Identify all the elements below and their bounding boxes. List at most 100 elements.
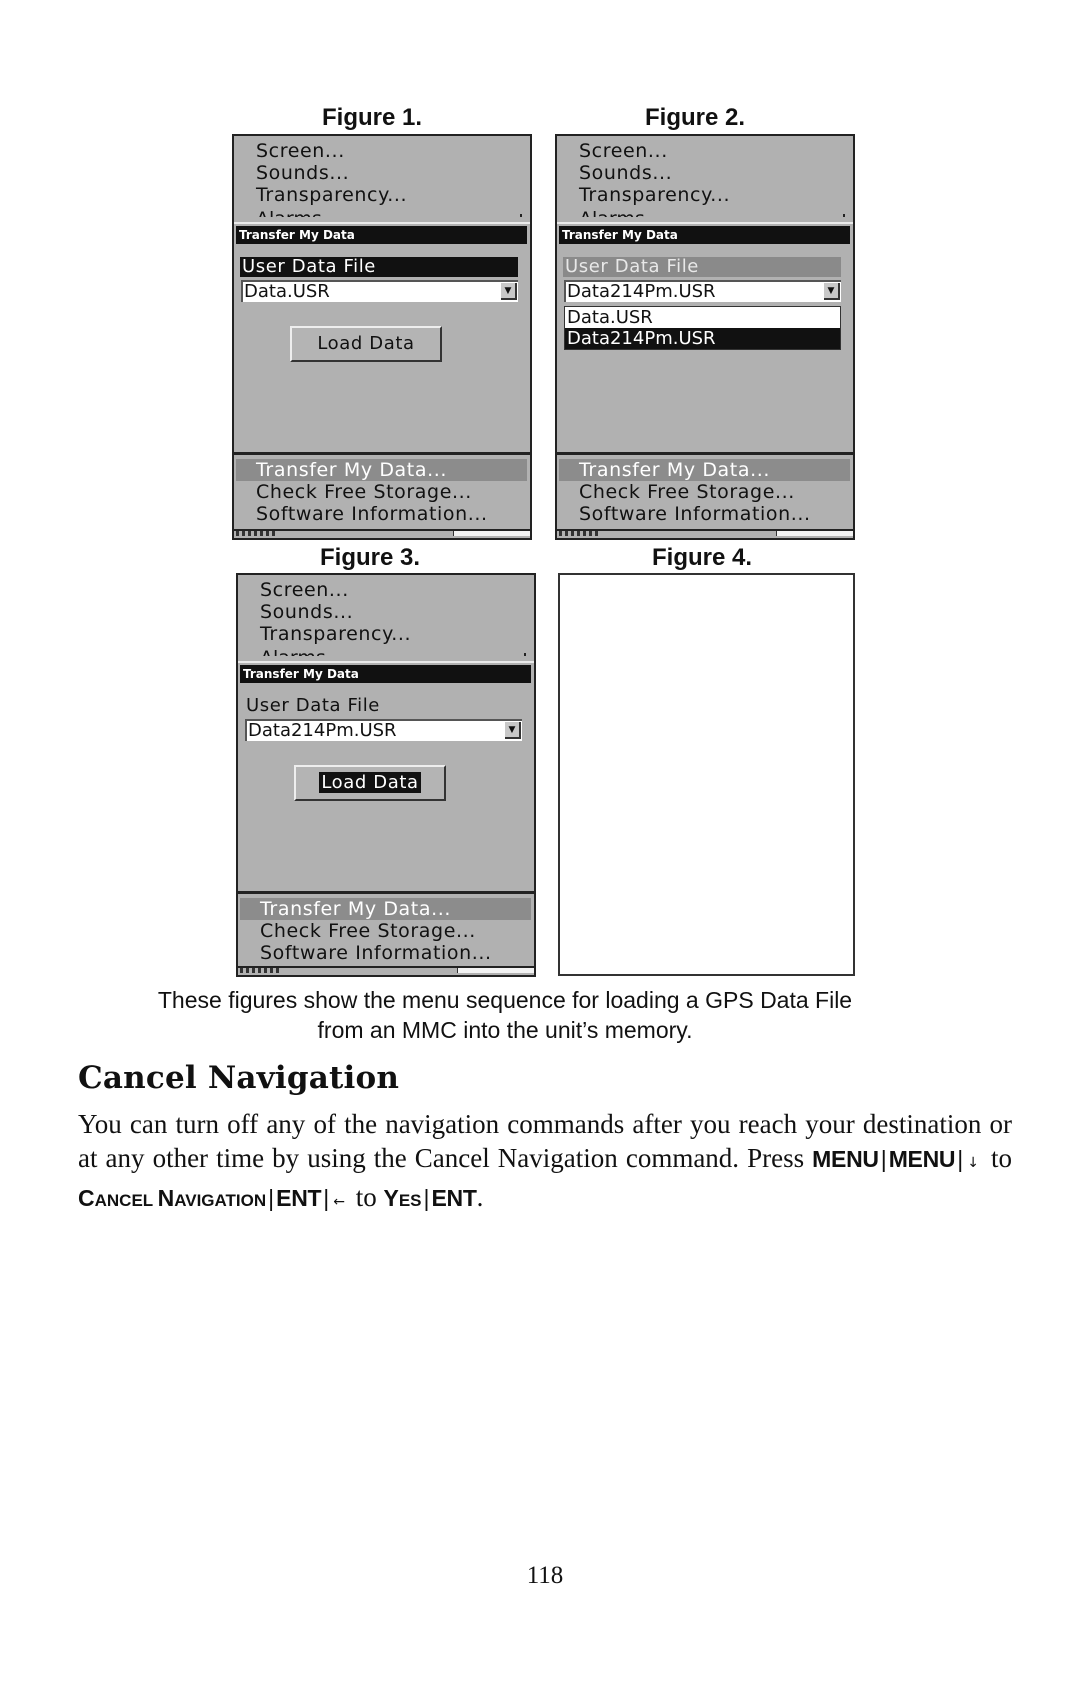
system-menu: Transfer My Data... Check Free Storage...… (238, 891, 534, 974)
sc-rest: ES (398, 1191, 422, 1210)
figure-4-label: Figure 4. (651, 544, 753, 571)
figure-4-blank-panel (558, 573, 855, 976)
scroll-nub (655, 452, 661, 455)
menu-item-alarms[interactable]: Alarms... (579, 208, 663, 218)
menu-item-alarms[interactable]: Alarms... (256, 208, 340, 218)
figure-3-screen: Screen...Sounds...Transparency... Alarms.… (236, 573, 536, 977)
menu-item-software-information[interactable]: Software Information... (236, 503, 527, 525)
command-yes: YES (384, 1182, 422, 1212)
load-data-label: Load Data (319, 772, 421, 793)
left-arrow-icon: ← (333, 1194, 345, 1210)
key-separator: | (268, 1185, 275, 1211)
command-cancel-navigation: CANCEL NAVIGATION (78, 1182, 266, 1212)
submenu-indicator (520, 214, 522, 217)
load-data-label: Load Data (317, 333, 415, 354)
down-arrow-icon: ↓ (967, 1155, 979, 1171)
dialog-title: Transfer My Data (236, 226, 527, 244)
status-dots (236, 531, 276, 536)
figure-1-screen: Screen...Sounds...Transparency... Alarms.… (232, 134, 532, 540)
user-data-file-select[interactable]: Data214Pm.USR ▼ (245, 719, 522, 741)
menu-item-sounds[interactable]: Sounds... (256, 162, 349, 184)
key-separator: | (957, 1146, 964, 1172)
menu-item-check-free-storage[interactable]: Check Free Storage... (559, 481, 850, 503)
status-bar (238, 966, 534, 975)
menu-item-check-free-storage[interactable]: Check Free Storage... (236, 481, 527, 503)
menu-item-transparency[interactable]: Transparency... (256, 184, 407, 206)
sc-letter: N (157, 1185, 175, 1211)
menu-item-screen[interactable]: Screen... (579, 140, 668, 162)
page-number: 118 (526, 1562, 564, 1589)
scroll-nub (388, 891, 394, 894)
file-option[interactable]: Data.USR (565, 307, 840, 328)
menu-item-check-free-storage[interactable]: Check Free Storage... (240, 920, 531, 942)
user-data-file-select[interactable]: Data.USR ▼ (241, 280, 518, 302)
selected-file: Data.USR (244, 281, 330, 302)
menu-item-alarms-label: Alarms... (579, 210, 663, 218)
file-dropdown-list: Data.USR Data214Pm.USR (564, 306, 841, 350)
key-menu: MENU (888, 1146, 956, 1172)
menu-item-software-information[interactable]: Software Information... (240, 942, 531, 964)
status-bar (557, 529, 853, 538)
dropdown-arrow-icon[interactable]: ▼ (824, 283, 840, 300)
menu-item-transparency[interactable]: Transparency... (260, 623, 411, 645)
status-dots (559, 531, 599, 536)
load-data-button[interactable]: Load Data (294, 765, 446, 801)
sc-rest: AVIGATION (174, 1191, 267, 1210)
menu-item-sounds[interactable]: Sounds... (579, 162, 672, 184)
dropdown-arrow-icon[interactable]: ▼ (501, 283, 517, 300)
scroll-nub (707, 452, 713, 455)
transfer-dialog: Transfer My Data User Data File Data.USR ▼ L… (234, 222, 530, 454)
menu-item-transfer-my-data[interactable]: Transfer My Data... (559, 459, 850, 481)
section-title: Cancel Navigation (78, 1060, 400, 1096)
figure-caption-line-1: These figures show the menu sequence for… (157, 987, 853, 1013)
status-indicator (776, 531, 853, 536)
key-separator: | (880, 1146, 887, 1172)
submenu-indicator (524, 653, 526, 656)
figure-2-screen: Screen...Sounds...Transparency... Alarms.… (555, 134, 855, 540)
body-period: . (476, 1182, 484, 1212)
system-menu: Transfer My Data... Check Free Storage...… (234, 452, 530, 535)
transfer-dialog: Transfer My Data User Data File Data214Pm.… (557, 222, 853, 454)
dialog-title: Transfer My Data (559, 226, 850, 244)
figure-2-label: Figure 2. (644, 104, 746, 131)
scroll-nub (384, 452, 390, 455)
selected-file: Data214Pm.USR (248, 720, 397, 741)
body-to: to (355, 1182, 377, 1212)
figure-caption-line-2: from an MMC into the unit’s memory. (317, 1017, 693, 1043)
menu-item-alarms-label: Alarms... (260, 649, 344, 657)
body-to: to (991, 1143, 1013, 1173)
menu-item-alarms-label: Alarms... (256, 210, 340, 218)
key-separator: | (423, 1185, 430, 1211)
transfer-dialog: Transfer My Data User Data File Data214Pm.… (238, 661, 534, 893)
user-data-file-label: User Data File (240, 257, 518, 277)
menu-item-screen[interactable]: Screen... (256, 140, 345, 162)
figure-3-label: Figure 3. (319, 544, 421, 571)
key-separator: | (323, 1185, 330, 1211)
menu-item-sounds[interactable]: Sounds... (260, 601, 353, 623)
sc-letter: C (78, 1185, 95, 1211)
user-data-file-label: User Data File (563, 257, 841, 277)
key-menu: MENU (812, 1146, 879, 1172)
menu-item-transfer-my-data[interactable]: Transfer My Data... (236, 459, 527, 481)
user-data-file-select[interactable]: Data214Pm.USR ▼ (564, 280, 841, 302)
dropdown-arrow-icon[interactable]: ▼ (505, 722, 521, 739)
status-dots (240, 968, 280, 973)
figure-1-label: Figure 1. (321, 104, 423, 131)
menu-item-transfer-my-data[interactable]: Transfer My Data... (240, 898, 531, 920)
sc-rest: ANCEL (94, 1191, 158, 1210)
menu-item-transparency[interactable]: Transparency... (579, 184, 730, 206)
menu-item-screen[interactable]: Screen... (260, 579, 349, 601)
file-option[interactable]: Data214Pm.USR (565, 328, 840, 349)
load-data-button[interactable]: Load Data (290, 326, 442, 362)
selected-file: Data214Pm.USR (567, 281, 716, 302)
sc-letter: Y (383, 1185, 399, 1211)
menu-item-software-information[interactable]: Software Information... (559, 503, 850, 525)
status-bar (234, 529, 530, 538)
menu-item-alarms[interactable]: Alarms... (260, 647, 344, 657)
key-ent: ENT (431, 1185, 477, 1211)
section-body: You can turn off any of the navigation c… (78, 1107, 1012, 1219)
scroll-nub (332, 452, 338, 455)
user-data-file-label: User Data File (246, 695, 380, 716)
status-indicator (453, 531, 530, 536)
submenu-indicator (843, 214, 845, 217)
